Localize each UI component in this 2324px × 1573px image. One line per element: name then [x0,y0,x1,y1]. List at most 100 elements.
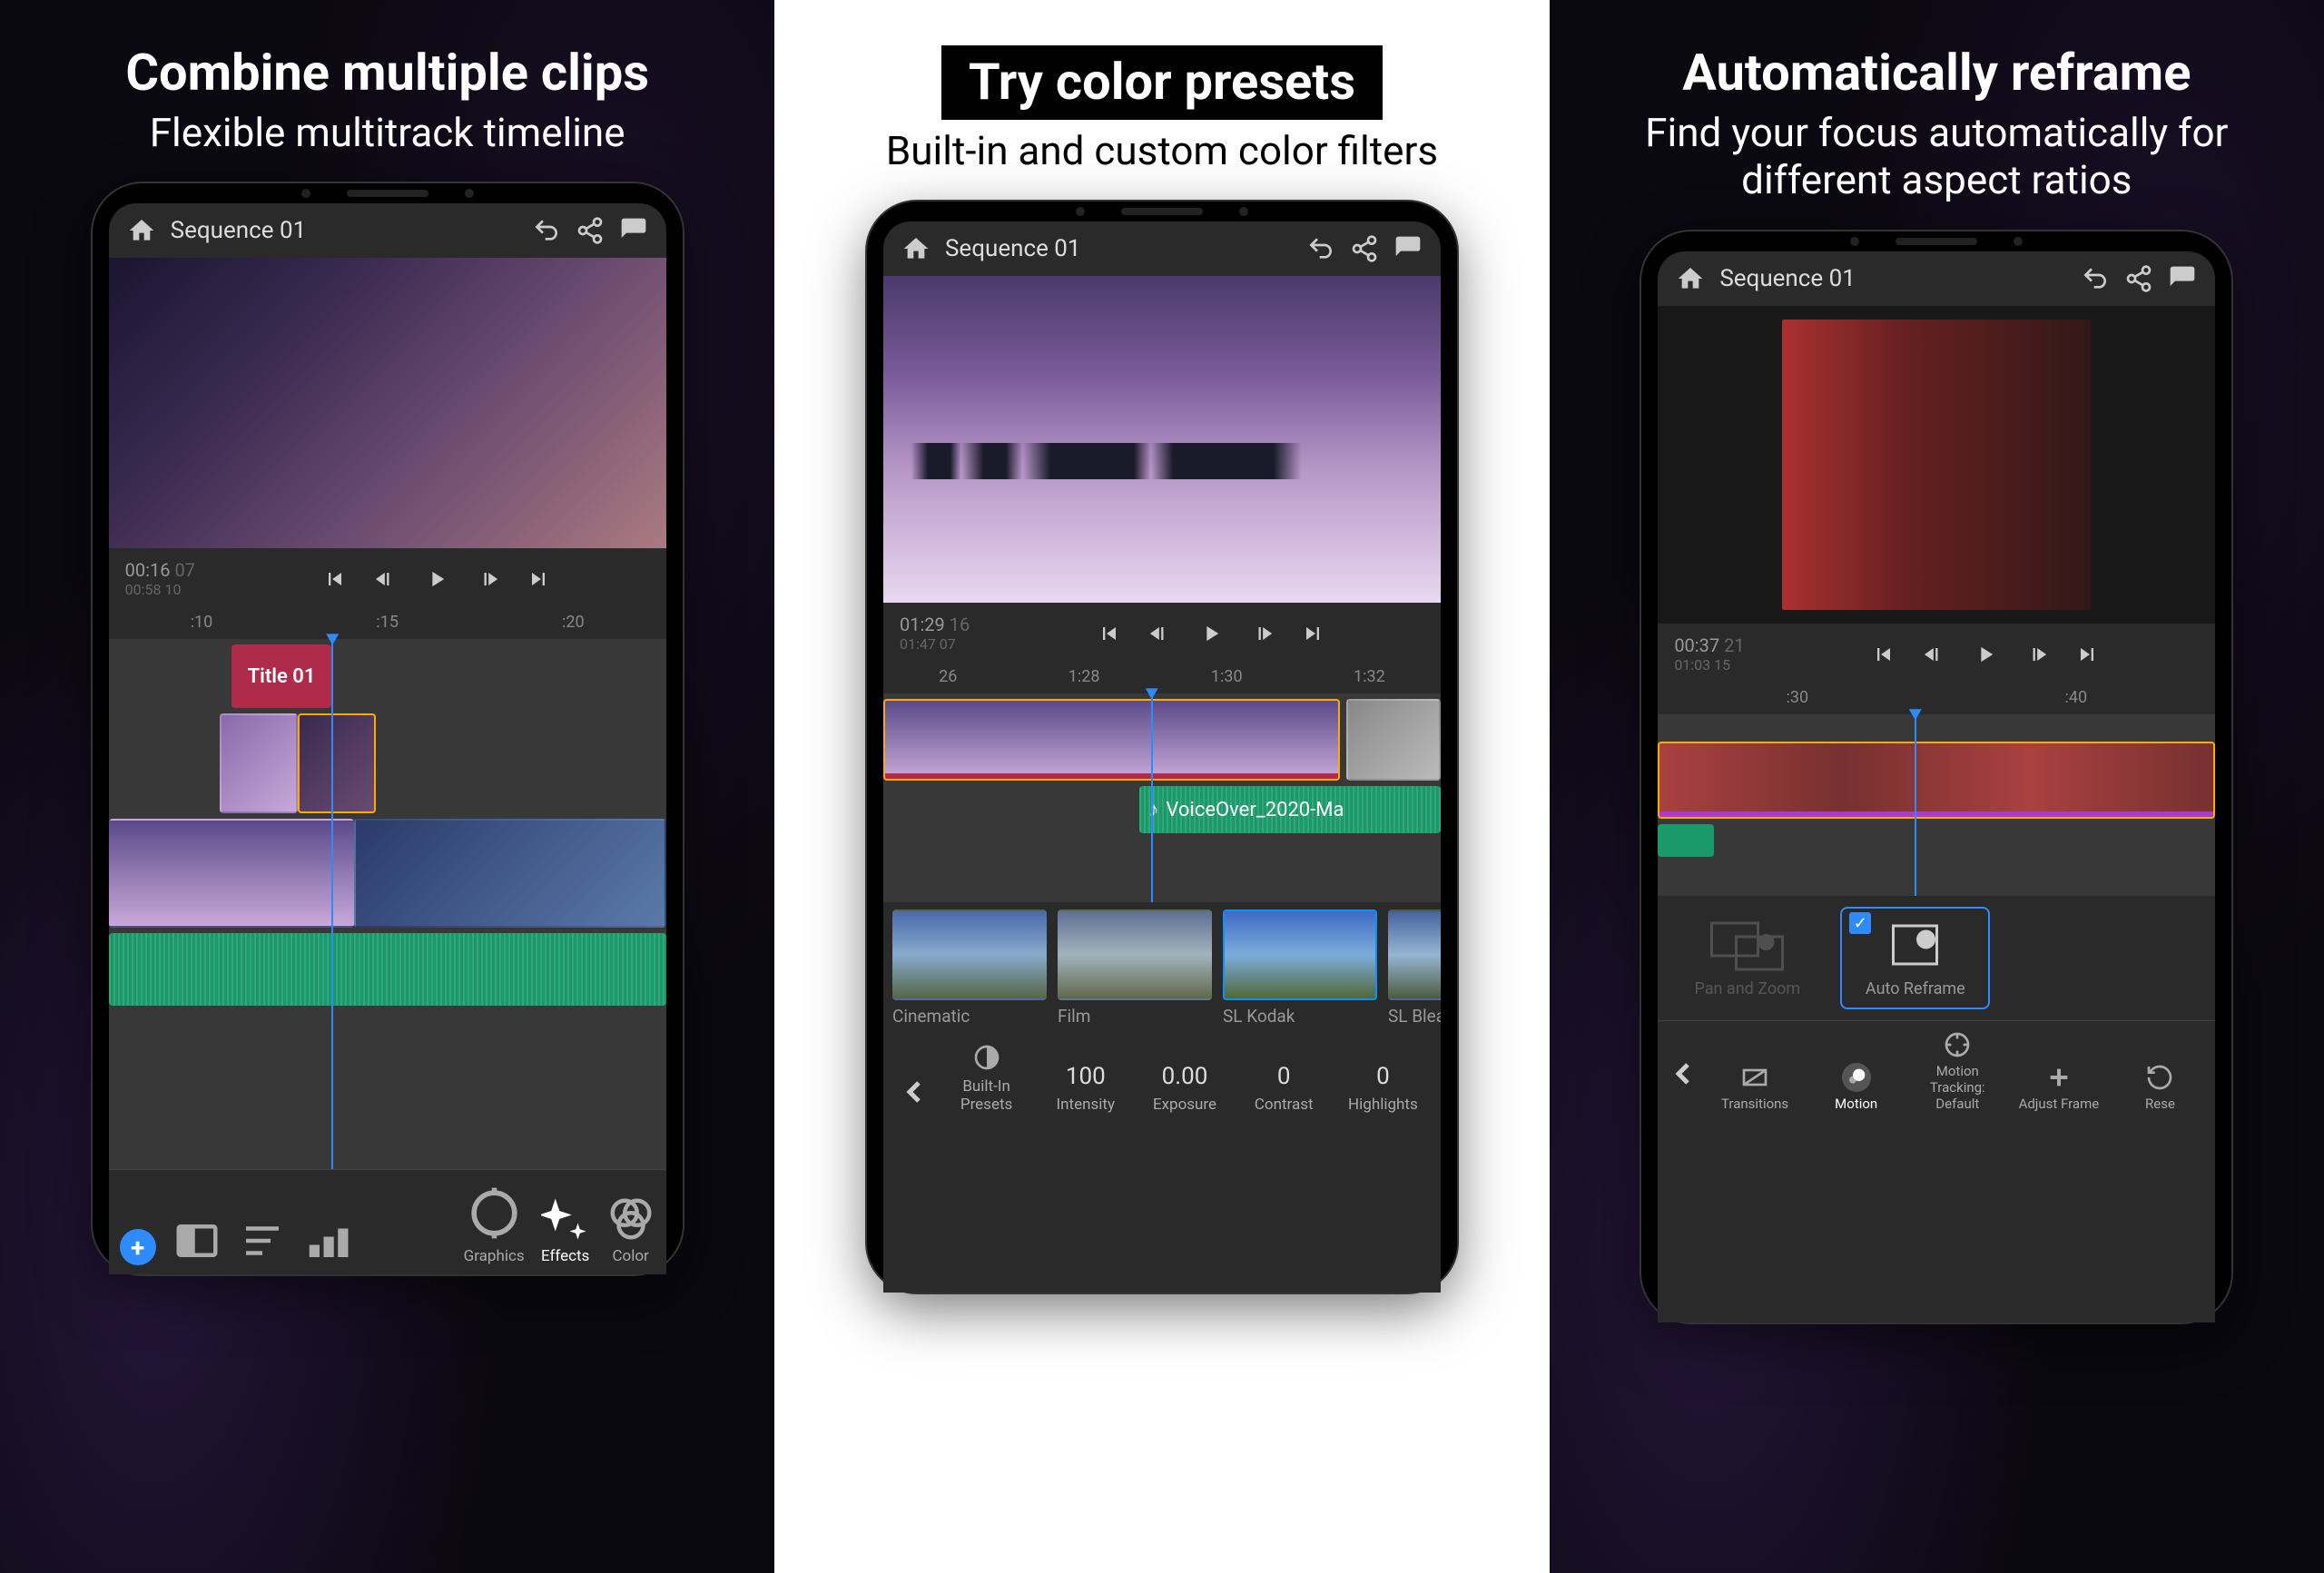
back-icon[interactable] [896,1074,932,1114]
highlights-control[interactable]: 0 Highlights [1338,1063,1428,1114]
audio-track[interactable] [1658,824,2215,857]
motion-tracking-button[interactable]: Motion Tracking: Default [1910,1030,2006,1112]
app-screen-c: Sequence 01 00:37 21 01:03 15 [1658,251,2215,1322]
home-icon[interactable] [127,216,156,245]
preset-thumb [892,909,1047,1000]
comment-icon[interactable] [1393,234,1423,263]
panel-combine-clips: Combine multiple clips Flexible multitra… [0,0,774,1573]
motion-button[interactable]: Motion [1808,1063,1905,1112]
play-icon[interactable] [1198,621,1224,646]
timeline[interactable]: ♪ VoiceOver_2020-Ma [883,693,1441,902]
share-icon[interactable] [1350,234,1379,263]
video-preview[interactable] [883,276,1441,603]
undo-icon[interactable] [2081,264,2110,293]
transitions-button[interactable]: Transitions [1707,1063,1803,1112]
project-panel-icon[interactable] [172,1216,222,1265]
video-clip-selected[interactable] [1658,742,2215,819]
audio-clip[interactable]: ♪ VoiceOver_2020-Ma [1139,786,1441,833]
home-icon[interactable] [1676,264,1705,293]
playback-bar: 00:16 07 00:58 10 [109,548,666,609]
effects-button[interactable]: Effects [541,1194,590,1265]
frame-forward-icon[interactable] [2024,642,2049,667]
headline-subtitle: Built-in and custom color filters [886,127,1438,175]
adjust-frame-button[interactable]: Adjust Frame [2011,1063,2107,1112]
reframed-video [1782,320,2091,610]
frame-forward-icon[interactable] [1249,621,1275,646]
undo-icon[interactable] [532,216,561,245]
title-track[interactable]: Title 01 [109,644,666,708]
video-clip[interactable] [220,713,298,813]
frame-forward-icon[interactable] [475,566,500,592]
headline-title: Automatically reframe [1586,45,2288,102]
preset-film[interactable]: Film [1058,909,1212,1027]
playhead[interactable] [1915,714,1916,896]
headline-b: Try color presets Built-in and custom co… [850,0,1474,192]
panel-color-presets: Try color presets Built-in and custom co… [774,0,1549,1573]
sequence-title: Sequence 01 [1719,265,1856,292]
skip-end-icon[interactable] [526,566,551,592]
add-button[interactable]: + [120,1229,156,1265]
intensity-control[interactable]: 100 Intensity [1040,1063,1130,1114]
preset-cinematic[interactable]: Cinematic [892,909,1047,1027]
playhead[interactable] [1151,693,1153,902]
play-icon[interactable] [1973,642,1998,667]
graphics-button[interactable]: Graphics [464,1183,525,1265]
audio-clip[interactable] [1658,824,1713,857]
frame-back-icon[interactable] [1147,621,1173,646]
preset-sl-bleach[interactable]: SL Bleac [1388,909,1441,1027]
skip-end-icon[interactable] [1300,621,1325,646]
home-icon[interactable] [901,234,931,263]
skip-start-icon[interactable] [1871,642,1896,667]
share-icon[interactable] [2124,264,2153,293]
audio-track[interactable]: ♪ VoiceOver_2020-Ma [883,786,1441,833]
time-ruler[interactable]: :30 :40 [1658,684,2215,714]
video-clip-selected[interactable] [298,713,376,813]
video-track-2[interactable] [109,713,666,813]
pan-zoom-option[interactable]: Pan and Zoom [1672,907,1822,1009]
skip-end-icon[interactable] [2074,642,2100,667]
timeline[interactable]: Title 01 [109,639,666,1169]
video-preview[interactable] [1658,306,2215,624]
exposure-control[interactable]: 0.00 Exposure [1139,1063,1229,1114]
share-icon[interactable] [576,216,605,245]
time-ruler[interactable]: 26 1:28 1:30 1:32 [883,664,1441,693]
skip-start-icon[interactable] [322,566,348,592]
headline-subtitle: Find your focus automatically for differ… [1586,109,2288,205]
video-clip[interactable] [109,819,354,928]
color-button[interactable]: Color [606,1194,655,1265]
phone-notch [301,189,474,198]
playhead[interactable] [331,639,333,1169]
time-ruler[interactable]: :10 :15 :20 [109,609,666,639]
phone-frame-c: Sequence 01 00:37 21 01:03 15 [1641,231,2231,1322]
audio-clip[interactable] [109,933,666,1006]
audio-track[interactable] [109,933,666,1006]
video-clip[interactable] [1346,699,1441,781]
video-clip[interactable] [354,819,666,928]
audio-clip-label: ♪ VoiceOver_2020-Ma [1148,798,1344,821]
back-icon[interactable] [1665,1056,1701,1112]
timecode: 01:29 16 01:47 07 [900,614,990,653]
play-icon[interactable] [424,566,449,592]
undo-icon[interactable] [1306,234,1335,263]
auto-reframe-option[interactable]: ✓ Auto Reframe [1840,907,1990,1009]
video-track-1[interactable] [109,819,666,928]
comment-icon[interactable] [619,216,648,245]
video-preview[interactable] [109,258,666,548]
frame-back-icon[interactable] [1922,642,1947,667]
headline-title: Combine multiple clips [125,45,649,102]
edit-panel-icon[interactable] [238,1216,287,1265]
builtin-presets-button[interactable]: Built-In Presets [941,1043,1031,1114]
video-track[interactable] [1658,742,2215,819]
preset-row[interactable]: Cinematic Film SL Kodak SL Bleac [883,902,1441,1034]
tracks-panel-icon[interactable] [303,1216,352,1265]
frame-back-icon[interactable] [373,566,399,592]
reset-button[interactable]: Rese [2112,1063,2209,1112]
preset-sl-kodak[interactable]: SL Kodak [1223,909,1377,1027]
video-track[interactable] [883,699,1441,781]
comment-icon[interactable] [2168,264,2197,293]
skip-start-icon[interactable] [1097,621,1122,646]
title-clip[interactable]: Title 01 [231,644,332,708]
video-clip-selected[interactable] [883,699,1340,781]
timeline[interactable] [1658,714,2215,896]
contrast-control[interactable]: 0 Contrast [1239,1063,1329,1114]
